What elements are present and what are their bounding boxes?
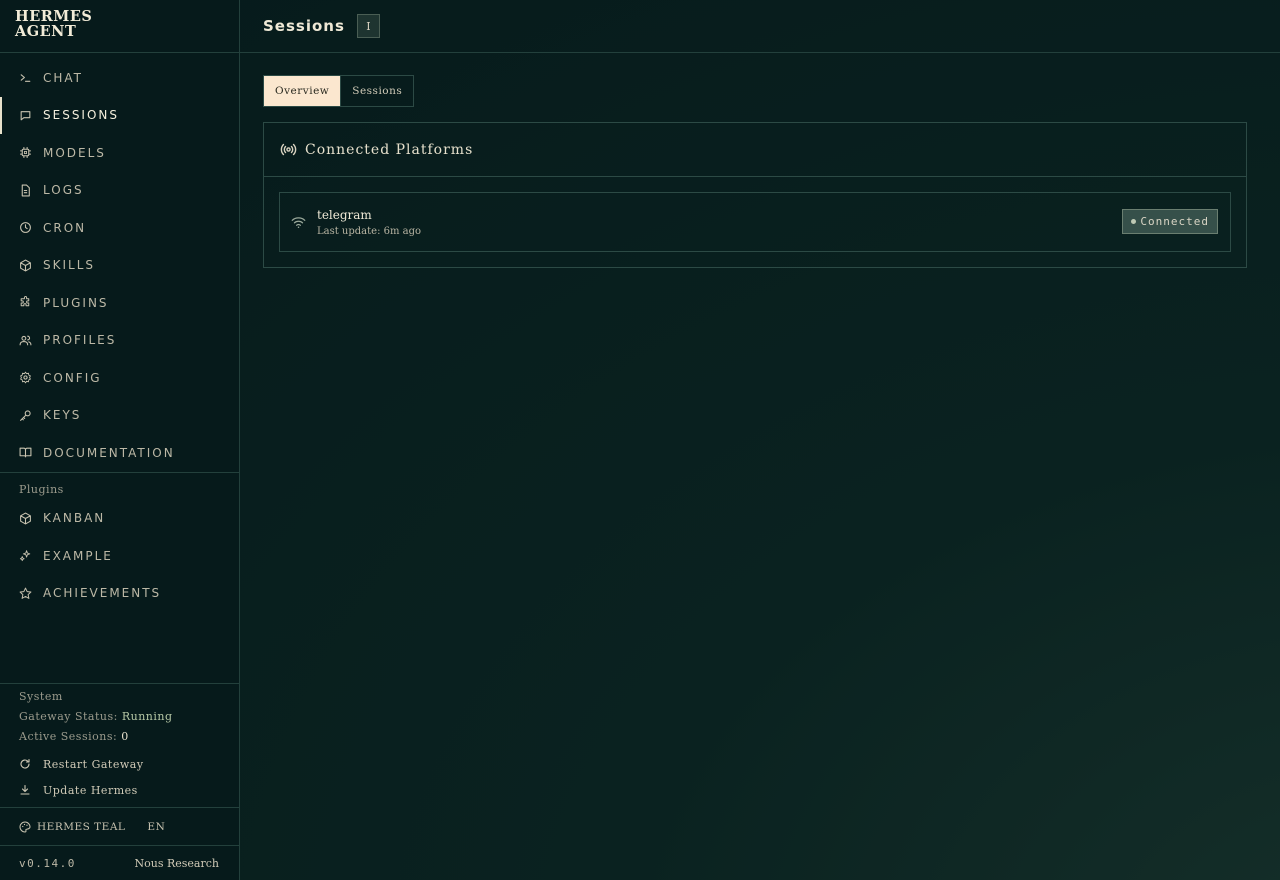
update-hermes-button[interactable]: Update Hermes [19,777,239,803]
puzzle-icon [19,296,32,309]
nav-item-profiles[interactable]: PROFILES [0,322,239,360]
book-icon [19,446,32,459]
nav-item-label: CRON [43,220,87,235]
nav-item-label: PROFILES [43,333,117,348]
nav-item-label: KEYS [43,408,82,423]
star-icon [19,587,32,600]
gear-icon [19,371,32,384]
wifi-icon [291,215,306,230]
palette-icon [19,821,31,833]
page-title-badge: I [356,14,380,38]
nav-item-label: SKILLS [43,258,96,273]
brand-line-1: HERMES [15,8,93,25]
nav-item-documentation[interactable]: DOCUMENTATION [0,434,239,472]
nav-item-label: KANBAN [43,511,106,526]
nav-item-config[interactable]: CONFIG [0,359,239,397]
brand-logo[interactable]: HERMES AGENT [0,0,239,53]
package-icon [19,512,32,525]
nav-item-label: CHAT [43,70,84,85]
gateway-status-value: Running [121,710,173,723]
key-icon [19,409,32,422]
download-icon [19,784,31,796]
gateway-status-label: Gateway Status: [19,710,118,723]
active-sessions-label: Active Sessions: [19,730,118,743]
clock-icon [19,221,32,234]
update-hermes-label: Update Hermes [43,783,138,797]
nav-item-label: DOCUMENTATION [43,445,175,460]
gateway-status: Gateway Status: Running [19,707,239,727]
nav-item-cron[interactable]: CRON [0,209,239,247]
users-icon [19,334,32,347]
refresh-icon [19,758,31,770]
nav-item-label: LOGS [43,183,84,198]
platform-last-update: Last update: 6m ago [317,225,422,237]
platform-row-telegram: telegram Last update: 6m ago Connected [279,192,1231,252]
version-label: v0.14.0 [19,856,76,870]
nav-item-label: PLUGINS [43,295,109,310]
system-panel: System Gateway Status: Running Active Se… [0,683,239,803]
platform-name: telegram [317,207,372,222]
active-sessions-value: 0 [121,730,129,743]
page-title: Sessions [263,17,345,35]
tab-bar: Overview Sessions [263,75,415,107]
system-label: System [19,690,63,703]
tab-sessions[interactable]: Sessions [340,76,413,106]
nav-item-label: EXAMPLE [43,548,113,563]
status-badge-label: Connected [1140,215,1209,228]
nav-item-logs[interactable]: LOGS [0,172,239,210]
file-text-icon [19,184,32,197]
brand-line-2: AGENT [15,23,77,40]
radio-broadcast-icon [280,141,297,158]
nav-item-sessions[interactable]: SESSIONS [0,96,239,135]
nav-item-label: SESSIONS [43,108,120,123]
top-bar: Sessions I [240,0,1280,53]
status-badge: Connected [1122,209,1218,234]
nav-item-label: CONFIG [43,370,102,385]
main-content: Sessions I Overview Sessions Connected P… [240,0,1280,880]
theme-switcher[interactable]: HERMES TEAL [37,821,125,833]
panel-title: Connected Platforms [305,141,474,158]
nav-item-chat[interactable]: CHAT [0,59,239,97]
panel-header: Connected Platforms [264,123,1246,177]
nav-item-label: ACHIEVEMENTS [43,586,162,601]
chat-bubble-icon [19,109,32,122]
terminal-icon [19,71,32,84]
sidebar: HERMES AGENT CHAT SESSIONS MODELS LOGS C… [0,0,240,880]
tab-overview[interactable]: Overview [264,76,341,106]
restart-gateway-label: Restart Gateway [43,757,144,771]
org-link[interactable]: Nous Research [135,857,219,870]
nav-item-plugins[interactable]: PLUGINS [0,284,239,322]
package-icon [19,259,32,272]
nav-item-label: MODELS [43,145,106,160]
sidebar-footer: v0.14.0 Nous Research [0,845,239,880]
connected-platforms-panel: Connected Platforms telegram Last update… [263,122,1247,268]
nav-item-achievements[interactable]: ACHIEVEMENTS [0,575,239,613]
nav-item-skills[interactable]: SKILLS [0,247,239,285]
platform-info: telegram Last update: 6m ago [317,208,421,237]
plugins-section-label: Plugins [19,482,64,496]
theme-language-row: HERMES TEAL EN [0,807,239,845]
chip-icon [19,146,32,159]
nav-item-keys[interactable]: KEYS [0,397,239,435]
main-nav: CHAT SESSIONS MODELS LOGS CRON SKILLS PL… [0,53,239,472]
status-dot-icon [1131,219,1137,224]
sparkles-icon [19,549,32,562]
nav-item-models[interactable]: MODELS [0,134,239,172]
active-sessions: Active Sessions: 0 [19,727,239,747]
nav-item-kanban[interactable]: KANBAN [0,500,239,538]
restart-gateway-button[interactable]: Restart Gateway [19,751,239,777]
nav-item-example[interactable]: EXAMPLE [0,537,239,575]
language-switcher[interactable]: EN [147,821,165,833]
